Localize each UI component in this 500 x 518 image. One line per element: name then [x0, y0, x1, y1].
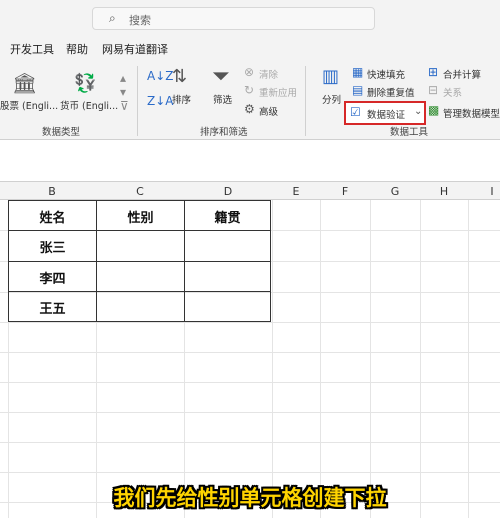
gallery-up-icon[interactable]: ▴ — [120, 72, 126, 84]
table-cell-name[interactable]: 张三 — [9, 237, 96, 256]
search-box[interactable]: ⌕ 搜索 — [92, 7, 375, 30]
video-subtitle: 我们先给性别单元格创建下拉 — [113, 486, 387, 510]
reapply-button[interactable]: 重新应用 — [259, 85, 297, 99]
table-header-hometown[interactable]: 籍贯 — [185, 207, 270, 226]
filter-icon: ⏷ — [212, 64, 230, 89]
merge-button[interactable]: 合并计算 — [443, 67, 481, 81]
data-validation-button[interactable]: ☑ 数据验证 ⌄ — [344, 101, 426, 125]
chevron-down-icon: ⌄ — [414, 106, 423, 117]
table-header-gender[interactable]: 性别 — [97, 207, 184, 226]
advanced-icon: ⚙ — [244, 102, 255, 116]
table-cell-name[interactable]: 李四 — [9, 268, 96, 287]
separator — [137, 66, 138, 136]
data-table: 姓名 性别 籍贯 张三 李四 王五 — [8, 200, 271, 322]
clear-button[interactable]: 清除 — [259, 67, 278, 81]
gallery-more-icon[interactable]: ⊽ — [120, 100, 129, 112]
column-header-b[interactable]: B — [8, 185, 96, 198]
table-header-name[interactable]: 姓名 — [9, 207, 96, 226]
column-header-c[interactable]: C — [96, 185, 184, 198]
split-icon: ▥ — [322, 66, 340, 87]
clear-filter-icon: ⊗ — [244, 65, 255, 79]
flash-fill-button[interactable]: 快速填充 — [367, 67, 405, 81]
currency-button[interactable]: 货币 (Engli... — [60, 98, 118, 112]
formula-area — [0, 141, 500, 180]
filter-button[interactable]: 筛选 — [213, 92, 232, 106]
merge-icon: ⊞ — [428, 65, 439, 79]
group-label-data-types: 数据类型 — [42, 127, 81, 138]
stocks-button[interactable]: 股票 (Engli... — [0, 98, 58, 112]
manage-data-model-button[interactable]: 管理数据模型 — [443, 106, 500, 120]
menu-bar: 开发工具 帮助 网易有道翻译 — [0, 36, 500, 60]
advanced-button[interactable]: 高级 — [259, 104, 278, 118]
search-icon: ⌕ — [109, 11, 116, 25]
sort-icon: ⇅ — [172, 66, 188, 87]
menu-help[interactable]: 帮助 — [66, 41, 88, 57]
separator — [305, 66, 306, 136]
sort-button[interactable]: 排序 — [172, 92, 191, 106]
sort-az-icon[interactable]: A↓Z — [147, 70, 173, 82]
menu-youdao[interactable]: 网易有道翻译 — [102, 41, 168, 57]
column-header-d[interactable]: D — [184, 185, 272, 198]
remove-duplicates-icon: ▤ — [352, 83, 364, 97]
data-model-icon: ▩ — [428, 103, 440, 117]
split-button[interactable]: 分列 — [322, 92, 341, 106]
data-validation-icon: ☑ — [350, 105, 361, 119]
relations-button[interactable]: 关系 — [443, 85, 462, 99]
flash-fill-icon: ▦ — [352, 65, 364, 79]
relations-icon: ⊟ — [428, 83, 439, 97]
column-header-h[interactable]: H — [420, 185, 468, 198]
gallery-down-icon[interactable]: ▾ — [120, 86, 126, 98]
reapply-icon: ↻ — [244, 83, 255, 97]
column-header-f[interactable]: F — [320, 185, 370, 198]
column-headers: B C D E F G H I — [0, 181, 500, 200]
stocks-icon: 🏛 — [12, 71, 38, 95]
ribbon: 🏛 股票 (Engli... 💱 货币 (Engli... ▴ ▾ ⊽ 数据类型… — [0, 60, 500, 140]
group-label-sort-filter: 排序和筛选 — [200, 127, 248, 138]
column-header-i[interactable]: I — [468, 185, 500, 198]
currency-icon: 💱 — [74, 73, 97, 94]
data-validation-label: 数据验证 — [367, 110, 406, 121]
column-header-e[interactable]: E — [272, 185, 320, 198]
search-placeholder: 搜索 — [129, 14, 151, 27]
table-cell-name[interactable]: 王五 — [9, 298, 96, 317]
column-header-g[interactable]: G — [370, 185, 420, 198]
title-bar: ⌕ 搜索 — [0, 0, 500, 36]
group-label-data-tools: 数据工具 — [390, 127, 429, 138]
menu-developer[interactable]: 开发工具 — [10, 41, 54, 57]
remove-duplicates-button[interactable]: 删除重复值 — [367, 85, 415, 99]
sort-za-icon[interactable]: Z↓A — [147, 95, 173, 107]
